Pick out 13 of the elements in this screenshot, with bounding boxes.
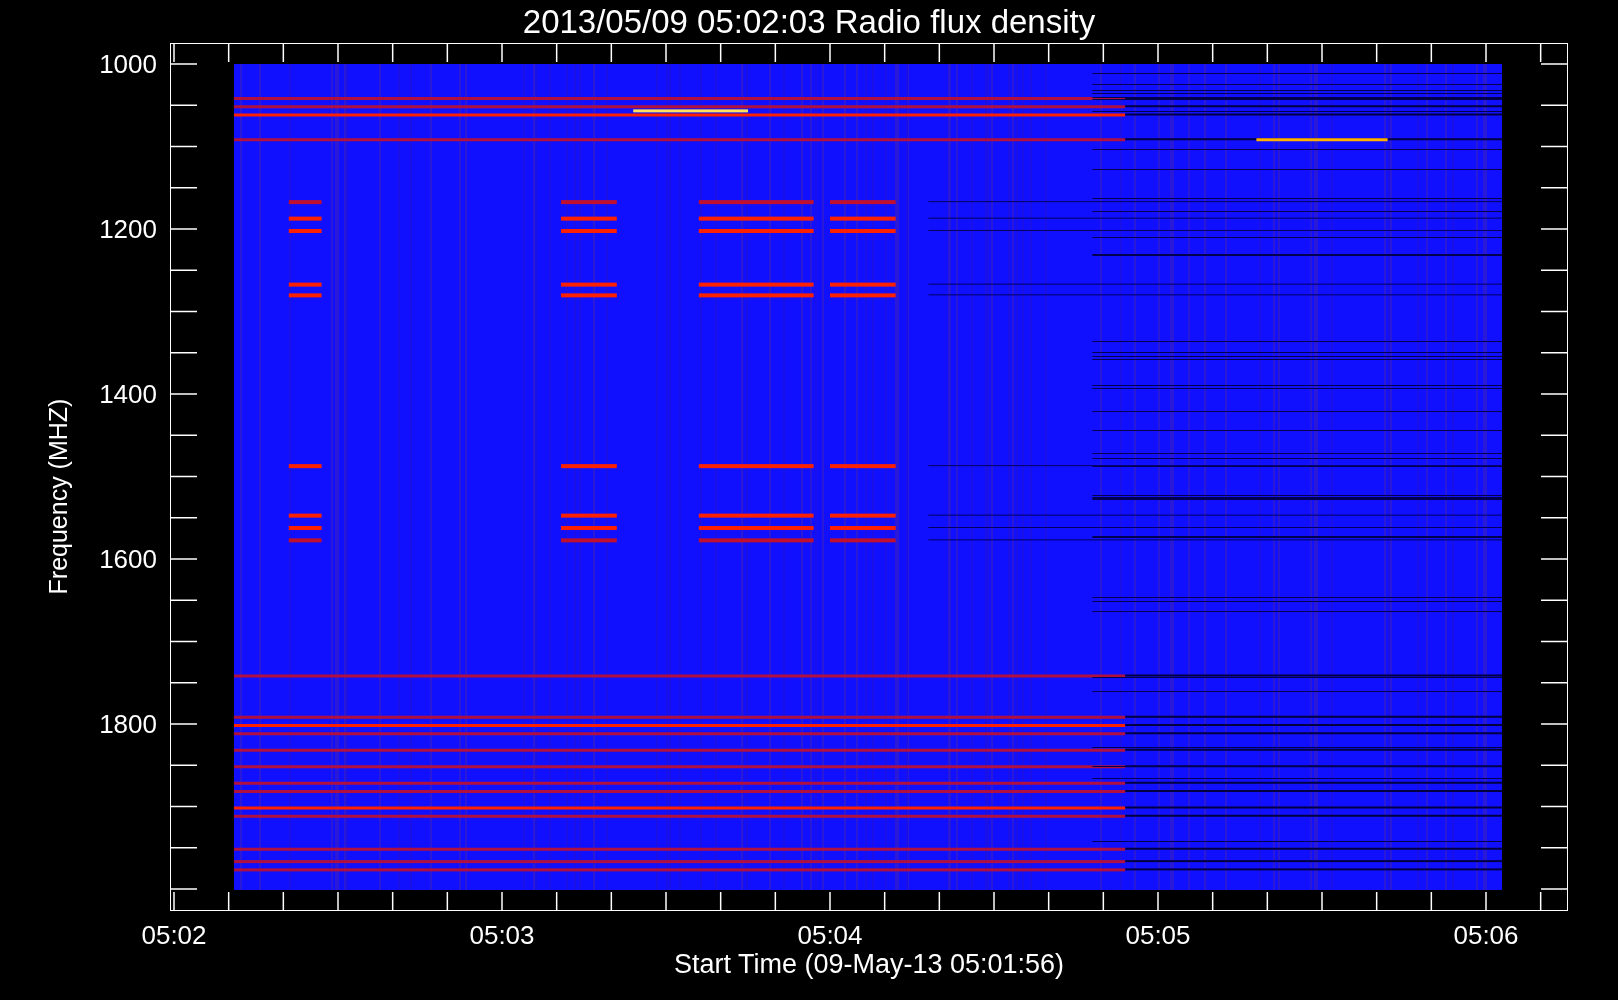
y-tick-label: 1600 (99, 546, 157, 572)
x-axis-label: Start Time (09-May-13 05:01:56) (673, 951, 1065, 978)
y-tick-label: 1000 (99, 51, 157, 77)
y-tick-label: 1800 (99, 711, 157, 737)
x-tick-label: 05:06 (1453, 922, 1519, 948)
x-tick-label: 05:04 (797, 922, 863, 948)
y-axis-label: Frequency (MHZ) (45, 397, 71, 597)
x-tick-label: 05:05 (1125, 922, 1191, 948)
x-tick-label: 05:02 (141, 922, 207, 948)
y-tick-label: 1200 (99, 216, 157, 242)
chart-title: 2013/05/09 05:02:03 Radio flux density (522, 5, 1096, 38)
x-tick-label: 05:03 (469, 922, 535, 948)
y-tick-label: 1400 (99, 381, 157, 407)
